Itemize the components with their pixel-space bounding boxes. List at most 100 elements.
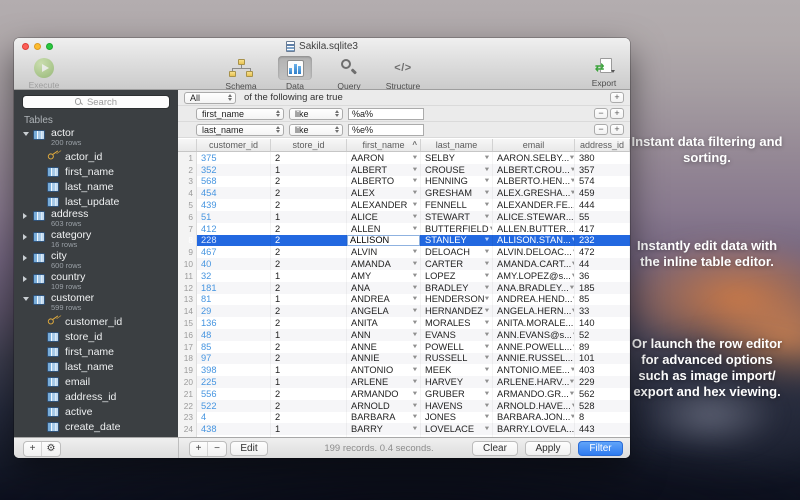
cell-store-id[interactable]: 2 [271, 175, 347, 188]
cell-email[interactable]: AMY.LOPEZ@s...▼ [493, 269, 575, 282]
cell-store-id[interactable]: 2 [271, 222, 347, 235]
cell-email[interactable]: ARMANDO.GR... ▼ [493, 387, 575, 400]
cell-address-id[interactable]: 52 [575, 328, 630, 341]
table-row[interactable]: 23521ALBERT▼CROUSE▼ALBERT.CROU...▼357 [178, 163, 630, 176]
cell-last-name[interactable]: LOPEZ ▼ [421, 269, 493, 282]
cell-store-id[interactable]: 2 [271, 234, 347, 247]
cell-customer-id[interactable]: 439 [197, 199, 271, 211]
cell-customer-id[interactable]: 352 [197, 163, 271, 176]
cell-email[interactable]: ANTONIO.MEE...▼ [493, 364, 575, 377]
cell-last-name[interactable]: GRESHAM ▼ [421, 187, 493, 200]
sidebar-column-store_id[interactable]: store_id [14, 329, 178, 344]
cell-last-name[interactable]: HARVEY ▼ [421, 376, 493, 388]
cell-store-id[interactable]: 1 [271, 376, 347, 388]
cell-first-name[interactable]: ALEX ▼ [347, 187, 421, 200]
cell-first-name[interactable]: AARON ▼ [347, 152, 421, 164]
cell-store-id[interactable]: 2 [271, 281, 347, 294]
table-row[interactable]: 13811ANDREA▼HENDERSON▼ANDREA.HEND...▼85 [178, 293, 630, 306]
cell-address-id[interactable]: 140 [575, 317, 630, 329]
cell-email[interactable]: ALLISON.STAN...▼ [493, 234, 575, 247]
add-row-button[interactable]: + [190, 442, 208, 456]
cell-first-name[interactable]: ALBERT ▼ [347, 163, 421, 176]
sidebar-item-customer[interactable]: customer 599 rows [14, 293, 178, 314]
table-row[interactable]: 54392ALEXANDER▼FENNELL▼ALEXANDER.FE...▼4… [178, 199, 630, 211]
cell-last-name[interactable]: EVANS ▼ [421, 328, 493, 341]
cell-first-name[interactable]: AMANDA ▼ [347, 258, 421, 270]
sidebar-item-address[interactable]: address 603 rows [14, 209, 178, 230]
cell-store-id[interactable]: 2 [271, 152, 347, 164]
cell-customer-id[interactable]: 522 [197, 399, 271, 412]
titlebar[interactable]: Sakila.sqlite3 [14, 38, 630, 55]
chevron-down-icon[interactable] [23, 297, 33, 301]
column-header-address_id[interactable]: address_id [575, 139, 630, 151]
cell-email[interactable]: ALLEN.BUTTER...▼ [493, 222, 575, 235]
chevron-right-icon[interactable] [23, 255, 33, 261]
cell-address-id[interactable]: 562 [575, 387, 630, 400]
cell-customer-id[interactable]: 136 [197, 317, 271, 329]
cell-store-id[interactable]: 1 [271, 163, 347, 176]
table-row[interactable]: 13752AARON▼SELBY▼AARON.SELBY...▼380 [178, 152, 630, 164]
cell-last-name[interactable]: JONES ▼ [421, 411, 493, 424]
cell-email[interactable]: AARON.SELBY...▼ [493, 152, 575, 164]
cell-address-id[interactable]: 232 [575, 234, 630, 247]
cell-email[interactable]: ANGELA.HERN...▼ [493, 305, 575, 318]
chevron-down-icon[interactable] [23, 132, 33, 136]
cell-email[interactable]: BARBARA.JON...▼ [493, 411, 575, 424]
add-rule-button[interactable]: + [610, 108, 624, 119]
toolbar-item-data[interactable]: Data [273, 56, 317, 91]
cell-first-name[interactable]: ARLENE ▼ [347, 376, 421, 388]
chevron-right-icon[interactable] [23, 234, 33, 240]
cell-last-name[interactable]: DELOACH ▼ [421, 246, 493, 259]
cell-address-id[interactable]: 357 [575, 163, 630, 176]
cell-address-id[interactable]: 185 [575, 281, 630, 294]
cell-address-id[interactable]: 89 [575, 340, 630, 353]
cell-customer-id[interactable]: 32 [197, 269, 271, 282]
cell-first-name[interactable]: ANNIE ▼ [347, 352, 421, 365]
cell-customer-id[interactable]: 568 [197, 175, 271, 188]
filter-button[interactable]: Filter [578, 441, 623, 456]
sidebar-item-country[interactable]: country 109 rows [14, 272, 178, 293]
table-row[interactable]: 6511ALICE▼STEWART▼ALICE.STEWAR...▼55 [178, 210, 630, 223]
column-header-last_name[interactable]: last_name [421, 139, 493, 151]
cell-address-id[interactable]: 459 [575, 187, 630, 200]
cell-address-id[interactable]: 444 [575, 199, 630, 211]
cell-address-id[interactable]: 472 [575, 246, 630, 259]
cell-customer-id[interactable]: 81 [197, 293, 271, 306]
cell-address-id[interactable]: 403 [575, 364, 630, 377]
sidebar-column-last_update[interactable]: last_update [14, 194, 178, 209]
cell-email[interactable]: AMANDA.CART...▼ [493, 258, 575, 270]
cell-email[interactable]: ANA.BRADLEY... ▼ [493, 281, 575, 294]
match-select[interactable]: All [184, 91, 236, 104]
table-row[interactable]: 82282 STANLEY▼ALLISON.STAN...▼232 [178, 234, 630, 247]
cell-first-name[interactable]: ALBERTO ▼ [347, 175, 421, 188]
rule-field-select[interactable]: last_name [196, 123, 284, 136]
toolbar-item-structure[interactable]: </> Structure [381, 57, 425, 91]
export-button[interactable]: ⇄ Export [584, 58, 624, 88]
cell-store-id[interactable]: 1 [271, 328, 347, 341]
cell-last-name[interactable]: RUSSELL ▼ [421, 352, 493, 365]
cell-last-name[interactable]: HENDERSON ▼ [421, 293, 493, 306]
add-rule-button[interactable]: + [610, 92, 624, 103]
cell-customer-id[interactable]: 4 [197, 411, 271, 424]
cell-email[interactable]: BARRY.LOVELA...▼ [493, 423, 575, 436]
table-row[interactable]: 151362ANITA▼MORALES▼ANITA.MORALE...▼140 [178, 317, 630, 329]
table-row[interactable]: 74122ALLEN▼BUTTERFIELD▼ALLEN.BUTTER...▼4… [178, 222, 630, 235]
remove-rule-button[interactable]: − [594, 108, 608, 119]
cell-customer-id[interactable]: 29 [197, 305, 271, 318]
cell-email[interactable]: ALEX.GRESHA...▼ [493, 187, 575, 200]
cell-email[interactable]: ANNIE.RUSSEL...▼ [493, 352, 575, 365]
cell-email[interactable]: ANNE.POWELL...▼ [493, 340, 575, 353]
cell-store-id[interactable]: 2 [271, 305, 347, 318]
cell-address-id[interactable]: 574 [575, 175, 630, 188]
cell-address-id[interactable]: 417 [575, 222, 630, 235]
chevron-right-icon[interactable] [23, 213, 33, 219]
cell-last-name[interactable]: STANLEY ▼ [421, 234, 493, 247]
chevron-right-icon[interactable] [23, 276, 33, 282]
cell-first-name[interactable]: ANNE ▼ [347, 340, 421, 353]
rule-value-input[interactable] [348, 123, 424, 136]
cell-store-id[interactable]: 2 [271, 317, 347, 329]
cell-last-name[interactable]: BRADLEY ▼ [421, 281, 493, 294]
table-row[interactable]: 244381BARRY▼LOVELACE▼BARRY.LOVELA...▼443 [178, 423, 630, 436]
cell-last-name[interactable]: BUTTERFIELD▼ [421, 222, 493, 235]
cell-last-name[interactable]: FENNELL ▼ [421, 199, 493, 211]
